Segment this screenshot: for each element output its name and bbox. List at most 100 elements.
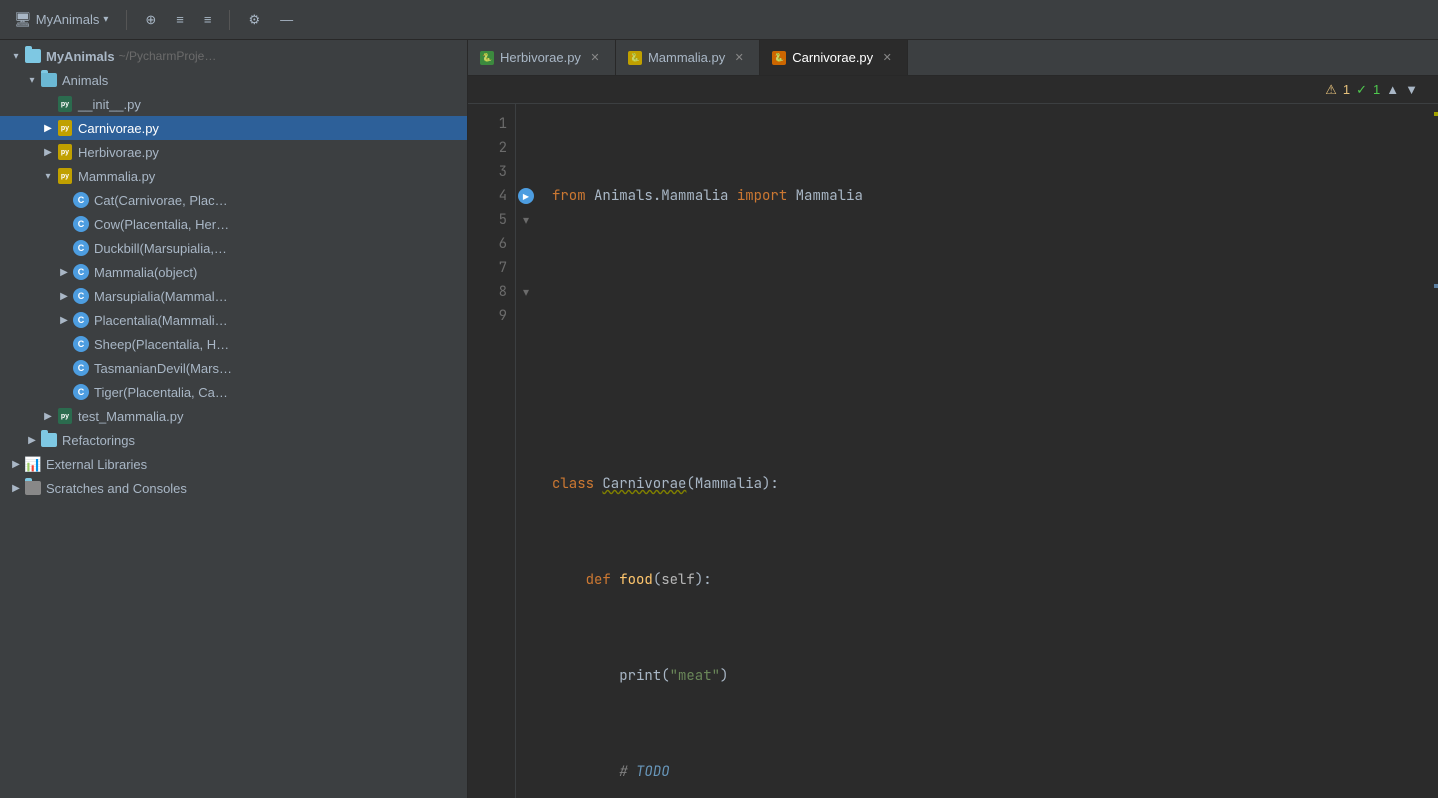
line-num-1: 1	[468, 112, 507, 136]
separator	[126, 10, 127, 30]
gutter-2	[516, 136, 536, 160]
gutter: ▶ ▾ ▾	[516, 104, 536, 798]
sidebar-item-mammalia-class[interactable]: ▶ C Mammalia(object)	[0, 260, 467, 284]
code-line-7: # TODO	[552, 760, 1406, 784]
sidebar-item-test-mammalia[interactable]: ▶ py test_Mammalia.py	[0, 404, 467, 428]
gutter-5[interactable]: ▾	[516, 208, 536, 232]
sidebar-item-cat[interactable]: C Cat(Carnivorae, Plac…	[0, 188, 467, 212]
nav-down-arrow[interactable]: ▼	[1405, 82, 1418, 97]
folder-label: External Libraries	[46, 457, 147, 472]
tab-herbivorae[interactable]: 🐍 Herbivorae.py ✕	[468, 40, 616, 75]
chevron-icon: ▾	[8, 48, 24, 64]
py-icon: 🐍	[772, 51, 786, 65]
code-line-6: print("meat")	[552, 664, 1406, 688]
minimize-icon[interactable]: —	[274, 8, 299, 31]
class-label: Duckbill(Marsupialia,…	[94, 241, 227, 256]
class-label: Tiger(Placentalia, Ca…	[94, 385, 228, 400]
sidebar-item-duckbill[interactable]: C Duckbill(Marsupialia,…	[0, 236, 467, 260]
folder-open-icon	[40, 71, 58, 89]
sidebar-item-scratches[interactable]: ▶ Scratches and Consoles	[0, 476, 467, 500]
code-content[interactable]: from Animals.Mammalia import Mammalia cl…	[536, 104, 1422, 798]
check-icon: ✓	[1356, 82, 1367, 98]
sidebar-item-cow[interactable]: C Cow(Placentalia, Her…	[0, 212, 467, 236]
class-label: Cat(Carnivorae, Plac…	[94, 193, 228, 208]
project-label: MyAnimals	[36, 12, 100, 27]
class-icon: C	[72, 311, 90, 329]
fold-icon: ▾	[523, 213, 529, 227]
class-label: Cow(Placentalia, Her…	[94, 217, 229, 232]
py-file-icon: py	[56, 119, 74, 137]
settings-icon[interactable]: ⚙	[242, 8, 266, 32]
sidebar-item-herbivorae[interactable]: ▶ py Herbivorae.py	[0, 140, 467, 164]
sidebar-item-init[interactable]: py __init__.py	[0, 92, 467, 116]
tab-mammalia[interactable]: 🐍 Mammalia.py ✕	[616, 40, 760, 75]
close-tab-button[interactable]: ✕	[731, 50, 747, 66]
warning-count: 1	[1343, 82, 1350, 97]
close-tab-button[interactable]: ✕	[587, 50, 603, 66]
collapse-icon[interactable]: ≡	[198, 8, 218, 31]
sidebar-item-sheep[interactable]: C Sheep(Placentalia, H…	[0, 332, 467, 356]
class-icon: C	[72, 263, 90, 281]
warning-icon[interactable]: ⚠	[1325, 82, 1337, 98]
chevron-icon: ▶	[56, 312, 72, 328]
no-chevron	[56, 384, 72, 400]
sidebar-item-myanimals[interactable]: ▾ MyAnimals ~/PycharmProje…	[0, 44, 467, 68]
py-file-icon: py	[56, 167, 74, 185]
class-icon: C	[72, 239, 90, 257]
tab-label: Carnivorae.py	[792, 50, 873, 65]
folder-icon	[40, 431, 58, 449]
py-file-icon: py	[56, 143, 74, 161]
folder-label: Animals	[62, 73, 108, 88]
sidebar-item-mammalia[interactable]: ▾ py Mammalia.py	[0, 164, 467, 188]
run-glyph[interactable]: ▶	[518, 188, 534, 204]
line-num-9: 9	[468, 304, 507, 328]
gutter-8[interactable]: ▾	[516, 280, 536, 304]
sidebar-item-carnivorae[interactable]: ▶ py Carnivorae.py	[0, 116, 467, 140]
line-numbers: 1 2 3 4 5 6 7 8 9	[468, 104, 516, 798]
sidebar-item-placentalia[interactable]: ▶ C Placentalia(Mammali…	[0, 308, 467, 332]
nav-up-arrow[interactable]: ▲	[1386, 82, 1399, 97]
folder-label: Refactorings	[62, 433, 135, 448]
chevron-icon: ▶	[40, 120, 56, 136]
no-chevron	[40, 96, 56, 112]
no-chevron	[56, 216, 72, 232]
add-icon[interactable]: ⊕	[139, 8, 162, 32]
file-label: test_Mammalia.py	[78, 409, 183, 424]
sidebar-item-animals[interactable]: ▾ Animals	[0, 68, 467, 92]
chevron-icon: ▶	[56, 288, 72, 304]
line-num-5: 5	[468, 208, 507, 232]
gutter-9	[516, 304, 536, 328]
gutter-3	[516, 160, 536, 184]
class-icon: C	[72, 359, 90, 377]
project-button[interactable]: 🖥 MyAnimals ▾	[8, 7, 114, 32]
no-chevron	[56, 240, 72, 256]
gutter-4[interactable]: ▶	[516, 184, 536, 208]
close-tab-button[interactable]: ✕	[879, 50, 895, 66]
line-num-4: 4	[468, 184, 507, 208]
py-file-icon: py	[56, 407, 74, 425]
chevron-icon: ▶	[40, 408, 56, 424]
py-icon: 🐍	[628, 51, 642, 65]
no-chevron	[56, 192, 72, 208]
root-path: ~/PycharmProje…	[119, 49, 217, 63]
layout-icon[interactable]: ≡	[170, 8, 190, 31]
tab-carnivorae[interactable]: 🐍 Carnivorae.py ✕	[760, 40, 908, 75]
sidebar-item-refactorings[interactable]: ▶ Refactorings	[0, 428, 467, 452]
line-num-8: 8	[468, 280, 507, 304]
info-marker	[1434, 284, 1438, 288]
main-layout: ▾ MyAnimals ~/PycharmProje… ▾ Animals	[0, 40, 1438, 798]
sidebar-item-tiger[interactable]: C Tiger(Placentalia, Ca…	[0, 380, 467, 404]
sidebar-item-tasmaniandevil[interactable]: C TasmanianDevil(Mars…	[0, 356, 467, 380]
class-icon: C	[72, 383, 90, 401]
class-label: Sheep(Placentalia, H…	[94, 337, 229, 352]
root-name: MyAnimals	[46, 49, 115, 64]
py-icon: 🐍	[480, 51, 494, 65]
class-label: Mammalia(object)	[94, 265, 197, 280]
line-num-7: 7	[468, 256, 507, 280]
chevron-icon: ▾	[24, 72, 40, 88]
chevron-down-icon: ▾	[103, 14, 108, 25]
gutter-7	[516, 256, 536, 280]
code-editor[interactable]: 1 2 3 4 5 6 7 8 9 ▶	[468, 104, 1438, 798]
sidebar-item-marsupialia[interactable]: ▶ C Marsupialia(Mammal…	[0, 284, 467, 308]
sidebar-item-ext-libraries[interactable]: ▶ 📊 External Libraries	[0, 452, 467, 476]
